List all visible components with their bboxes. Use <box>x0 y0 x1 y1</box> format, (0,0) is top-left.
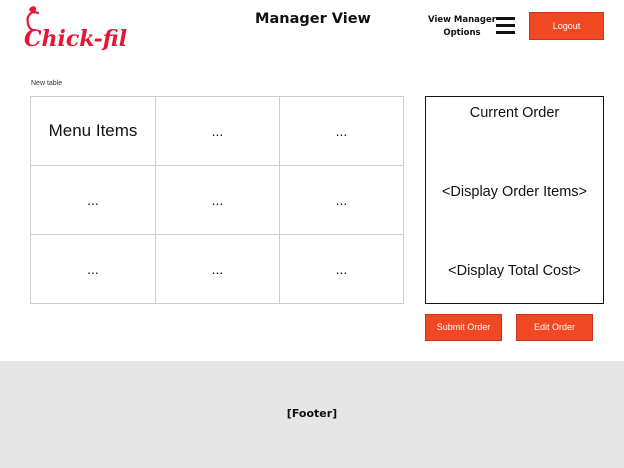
current-order-panel: Current Order <Display Order Items> <Dis… <box>425 96 604 304</box>
table-cell[interactable]: ... <box>156 97 280 166</box>
logo-text: Chick-fil-A <box>24 26 128 52</box>
logout-button[interactable]: Logout <box>529 12 604 40</box>
table-cell[interactable]: ... <box>280 97 403 166</box>
table-cell[interactable]: ... <box>156 235 280 303</box>
options-label-line1: View Manager <box>428 15 496 25</box>
table-cell[interactable]: ... <box>280 235 403 303</box>
table-cell-menu-items[interactable]: Menu Items <box>31 97 156 166</box>
table-cell[interactable]: ... <box>280 166 403 235</box>
options-label-line2: Options <box>443 27 481 38</box>
submit-order-button[interactable]: Submit Order <box>425 314 502 341</box>
edit-order-button[interactable]: Edit Order <box>516 314 593 341</box>
table-cell[interactable]: ... <box>31 235 156 303</box>
table-caption: New table <box>31 80 63 87</box>
menu-items-table: Menu Items ... ... ... ... ... ... ... .… <box>30 96 404 304</box>
hamburger-menu-icon[interactable] <box>496 17 515 34</box>
table-cell[interactable]: ... <box>31 166 156 235</box>
view-manager-options-label[interactable]: View Manager Options <box>427 14 497 39</box>
total-cost-display: <Display Total Cost> <box>448 263 581 279</box>
table-cell[interactable]: ... <box>156 166 280 235</box>
current-order-title: Current Order <box>469 105 560 121</box>
footer: [Footer] <box>0 361 624 468</box>
footer-label: [Footer] <box>286 407 338 420</box>
chick-fil-a-logo: Chick-fil-A <box>22 4 128 52</box>
page-title: Manager View <box>255 11 371 27</box>
order-items-display: <Display Order Items> <box>441 184 588 200</box>
